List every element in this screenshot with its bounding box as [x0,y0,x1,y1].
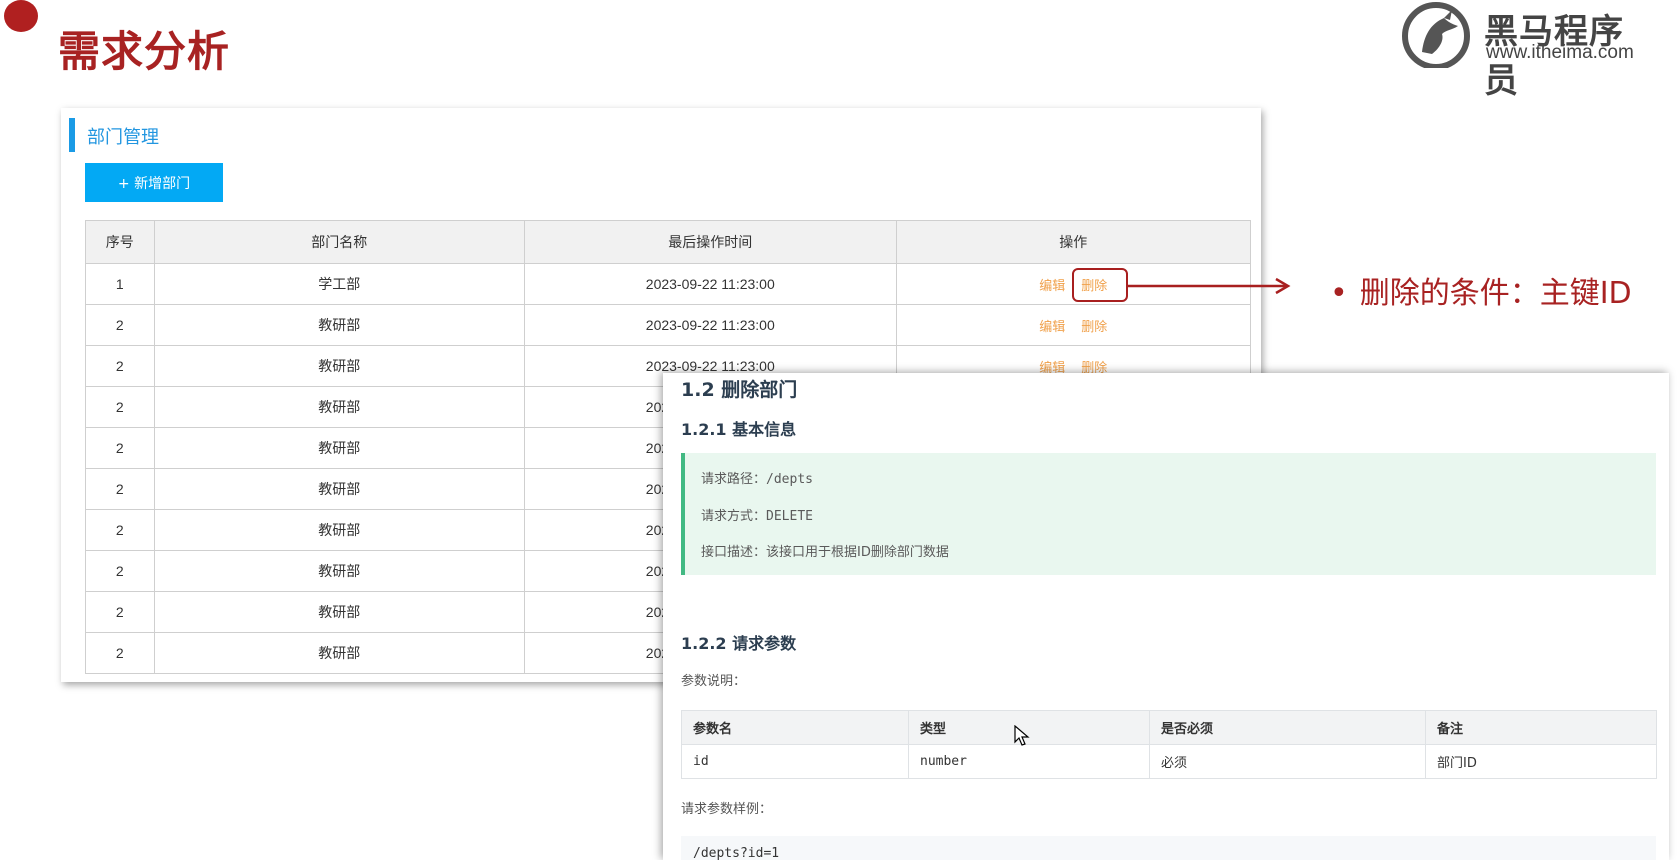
annotation-label: 删除的条件：主键ID [1359,276,1632,311]
edit-link[interactable]: 编辑 [1039,279,1065,294]
column-header-time: 最后操作时间 [524,220,897,264]
params-header-row: 参数名 类型 是否必须 备注 [681,710,1657,745]
request-method-line: 请求方式：DELETE [701,505,813,524]
request-method-label: 请求方式： [701,509,767,524]
mouse-cursor-icon [1014,725,1030,746]
param-required: 必须 [1149,744,1426,779]
description-label: 接口描述： [701,545,767,560]
row-number: 1 [85,263,155,305]
row-department-name: 教研部 [153,345,526,387]
itheima-logo: 黑马程序员 www.itheima.com [1400,0,1650,101]
row-department-name: 教研部 [153,304,526,346]
row-number: 2 [85,591,155,633]
param-col-required: 是否必须 [1149,710,1426,745]
sample-code-block: /depts?id=1 [681,836,1656,860]
edit-link[interactable]: 编辑 [1039,320,1065,335]
add-department-button[interactable]: + 新增部门 [85,163,223,202]
description-line: 接口描述：该接口用于根据ID删除部门数据 [701,541,949,560]
row-department-name: 教研部 [153,632,526,674]
param-name: id [681,744,909,779]
row-department-name: 教研部 [153,591,526,633]
column-header-actions: 操作 [895,220,1252,264]
row-department-name: 教研部 [153,468,526,510]
column-header-name: 部门名称 [153,220,526,264]
params-row: id number 必须 部门ID [681,744,1657,779]
params-description: 参数说明： [681,674,747,689]
row-number: 2 [85,304,155,346]
panel-title: 部门管理 [87,127,159,148]
row-number: 2 [85,550,155,592]
delete-highlight-box [1072,268,1128,302]
params-table: 参数名 类型 是否必须 备注 id number 必须 部门ID [681,710,1657,779]
panel-title-accent [69,118,75,152]
doc-params-title: 1.2.2 请求参数 [681,634,797,653]
row-department-name: 学工部 [153,263,526,305]
annotation-arrow-icon [1128,277,1291,295]
logo-url: www.itheima.com [1486,42,1634,63]
delete-link[interactable]: 删除 [1081,320,1107,335]
row-number: 2 [85,386,155,428]
sample-code: /depts?id=1 [693,846,780,860]
request-path-label: 请求路径： [701,472,767,487]
sample-label: 请求参数样例： [681,802,773,817]
row-department-name: 教研部 [153,550,526,592]
request-method-value: DELETE [766,509,813,524]
table-header-row: 序号 部门名称 最后操作时间 操作 [85,220,1252,264]
row-department-name: 教研部 [153,386,526,428]
row-number: 2 [85,468,155,510]
row-number: 2 [85,427,155,469]
annotation-text: • 删除的条件：主键ID [1330,268,1632,312]
row-number: 2 [85,345,155,387]
row-department-name: 教研部 [153,509,526,551]
row-department-name: 教研部 [153,427,526,469]
horse-logo-icon [1402,2,1470,68]
request-path-line: 请求路径：/depts [701,468,813,487]
param-col-note: 备注 [1425,710,1657,745]
slide-title: 需求分析 [58,27,231,76]
row-actions: 编辑 删除 [895,304,1252,346]
description-value: 该接口用于根据ID删除部门数据 [766,545,949,560]
doc-section-title: 1.2 删除部门 [681,379,798,401]
row-update-time: 2023-09-22 11:23:00 [524,304,897,346]
row-number: 2 [85,509,155,551]
doc-basic-info-title: 1.2.1 基本信息 [681,420,797,439]
param-col-name: 参数名 [681,710,909,745]
param-note: 部门ID [1425,744,1657,779]
row-number: 2 [85,632,155,674]
api-doc-panel: 1.2 删除部门 1.2.1 基本信息 请求路径：/depts 请求方式：DEL… [663,373,1669,860]
annotation-bullet: • [1330,276,1348,311]
slide-corner-dot [4,0,38,32]
row-update-time: 2023-09-22 11:23:00 [524,263,897,305]
param-type: number [908,744,1150,779]
request-path-value: /depts [766,472,813,487]
basic-info-box: 请求路径：/depts 请求方式：DELETE 接口描述：该接口用于根据ID删除… [681,453,1656,575]
table-row: 2教研部2023-09-22 11:23:00 编辑 删除 [85,304,1252,346]
column-header-no: 序号 [85,220,155,264]
